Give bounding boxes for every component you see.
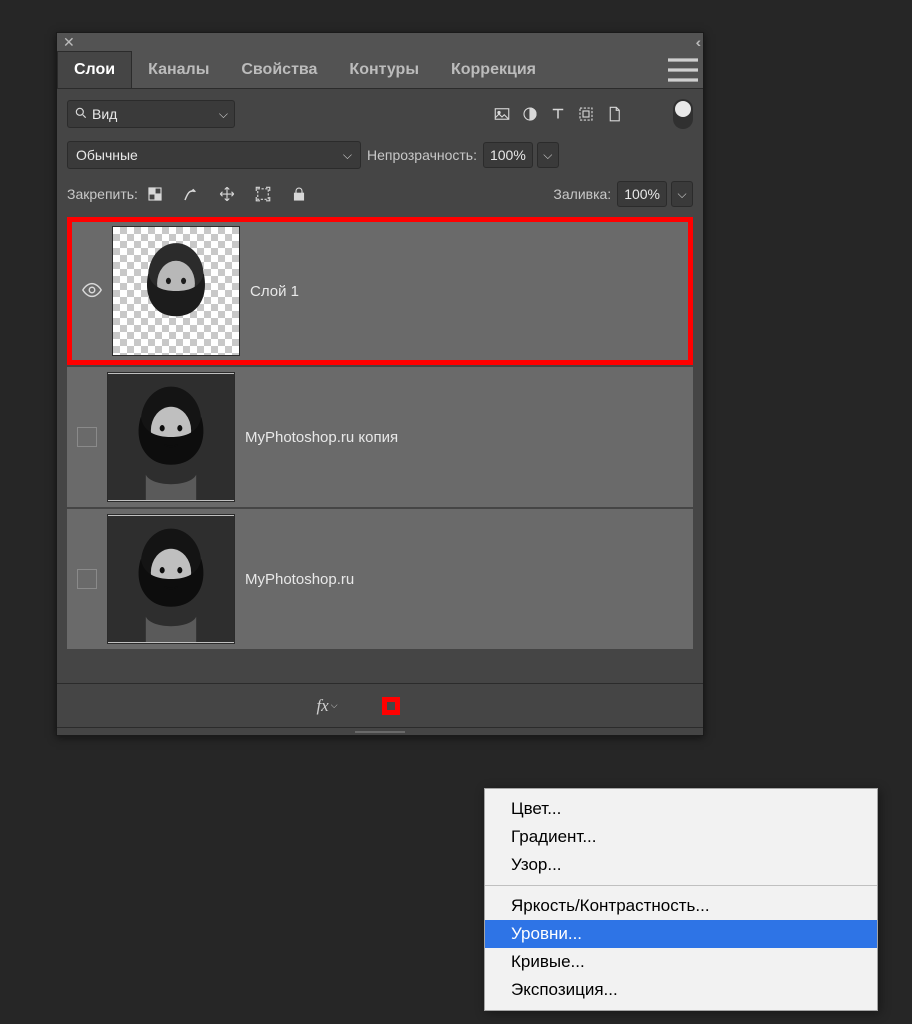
adjustment-context-menu: Цвет... Градиент... Узор... Яркость/Конт… [484, 788, 878, 1011]
tab-paths[interactable]: Контуры [333, 51, 435, 88]
layer-item[interactable]: MyPhotoshop.ru [67, 509, 693, 649]
search-icon [74, 106, 88, 123]
opacity-value[interactable]: 100% [483, 142, 533, 168]
blend-mode-value: Обычные [76, 147, 138, 163]
tab-adjustments[interactable]: Коррекция [435, 51, 552, 88]
layer-item[interactable]: Слой 1 [67, 217, 693, 365]
menu-item-gradient[interactable]: Градиент... [485, 823, 877, 851]
lock-image-icon[interactable] [180, 183, 202, 205]
panel-tabs: Слои Каналы Свойства Контуры Коррекция [57, 51, 703, 89]
menu-separator [485, 885, 877, 886]
layer-filter-kind[interactable]: Вид ⌵ [67, 100, 235, 128]
tab-channels[interactable]: Каналы [132, 51, 225, 88]
lock-artboard-icon[interactable] [252, 183, 274, 205]
new-adjustment-layer-icon[interactable] [382, 697, 400, 715]
layer-name[interactable]: MyPhotoshop.ru [245, 571, 354, 588]
chevron-down-icon[interactable]: ⌵ [671, 181, 693, 207]
menu-item-levels[interactable]: Уровни... [485, 920, 877, 948]
chevron-down-icon: ⌵ [219, 107, 228, 122]
menu-item-pattern[interactable]: Узор... [485, 851, 877, 879]
fill-value[interactable]: 100% [617, 181, 667, 207]
menu-item-curves[interactable]: Кривые... [485, 948, 877, 976]
filter-shape-icon[interactable] [575, 103, 597, 125]
panel-body: Вид ⌵ Обычные ⌵ [57, 89, 703, 683]
layers-bottom-bar: fx⌵ [57, 683, 703, 727]
layer-name[interactable]: MyPhotoshop.ru копия [245, 429, 398, 446]
portrait-icon [113, 227, 239, 355]
layers-list: Слой 1 [67, 217, 693, 683]
panel-resize-grip[interactable] [57, 727, 703, 735]
chevron-down-icon: ⌵ [343, 148, 352, 163]
layers-panel: ✕ ‹‹ Слои Каналы Свойства Контуры Коррек… [56, 32, 704, 736]
filter-toggle[interactable] [673, 99, 693, 129]
chevron-down-icon[interactable]: ⌵ [537, 142, 559, 168]
layer-item[interactable]: MyPhotoshop.ru копия [67, 367, 693, 507]
layer-name[interactable]: Слой 1 [250, 283, 299, 300]
filter-adjustment-icon[interactable] [519, 103, 541, 125]
layer-thumbnail[interactable] [107, 514, 235, 644]
visibility-toggle[interactable] [77, 569, 97, 589]
visibility-toggle[interactable] [77, 427, 97, 447]
lock-all-icon[interactable] [288, 183, 310, 205]
tab-layers[interactable]: Слои [57, 51, 132, 88]
panel-menu-icon[interactable] [663, 51, 703, 88]
menu-item-exposure[interactable]: Экспозиция... [485, 976, 877, 1004]
portrait-icon [108, 373, 234, 501]
portrait-icon [108, 515, 234, 643]
tab-properties[interactable]: Свойства [225, 51, 333, 88]
filter-type-icon[interactable] [547, 103, 569, 125]
opacity-control[interactable]: 100% ⌵ [483, 142, 559, 168]
fill-label: Заливка: [553, 186, 611, 202]
lock-position-icon[interactable] [216, 183, 238, 205]
filter-smart-icon[interactable] [603, 103, 625, 125]
filter-kind-label: Вид [92, 106, 219, 122]
blend-mode-select[interactable]: Обычные ⌵ [67, 141, 361, 169]
collapse-icon[interactable]: ‹‹ [696, 34, 697, 50]
close-icon[interactable]: ✕ [63, 34, 75, 51]
filter-pixel-icon[interactable] [491, 103, 513, 125]
lock-transparent-icon[interactable] [144, 183, 166, 205]
opacity-label: Непрозрачность: [367, 147, 477, 163]
menu-item-color[interactable]: Цвет... [485, 795, 877, 823]
panel-titlebar: ✕ ‹‹ [57, 33, 703, 51]
layer-thumbnail[interactable] [112, 226, 240, 356]
visibility-eye-icon[interactable] [81, 279, 103, 304]
layer-thumbnail[interactable] [107, 372, 235, 502]
lock-label: Закрепить: [67, 186, 138, 202]
menu-item-brightness[interactable]: Яркость/Контрастность... [485, 892, 877, 920]
layer-fx-icon[interactable]: fx⌵ [316, 696, 337, 716]
fill-control[interactable]: 100% ⌵ [617, 181, 693, 207]
